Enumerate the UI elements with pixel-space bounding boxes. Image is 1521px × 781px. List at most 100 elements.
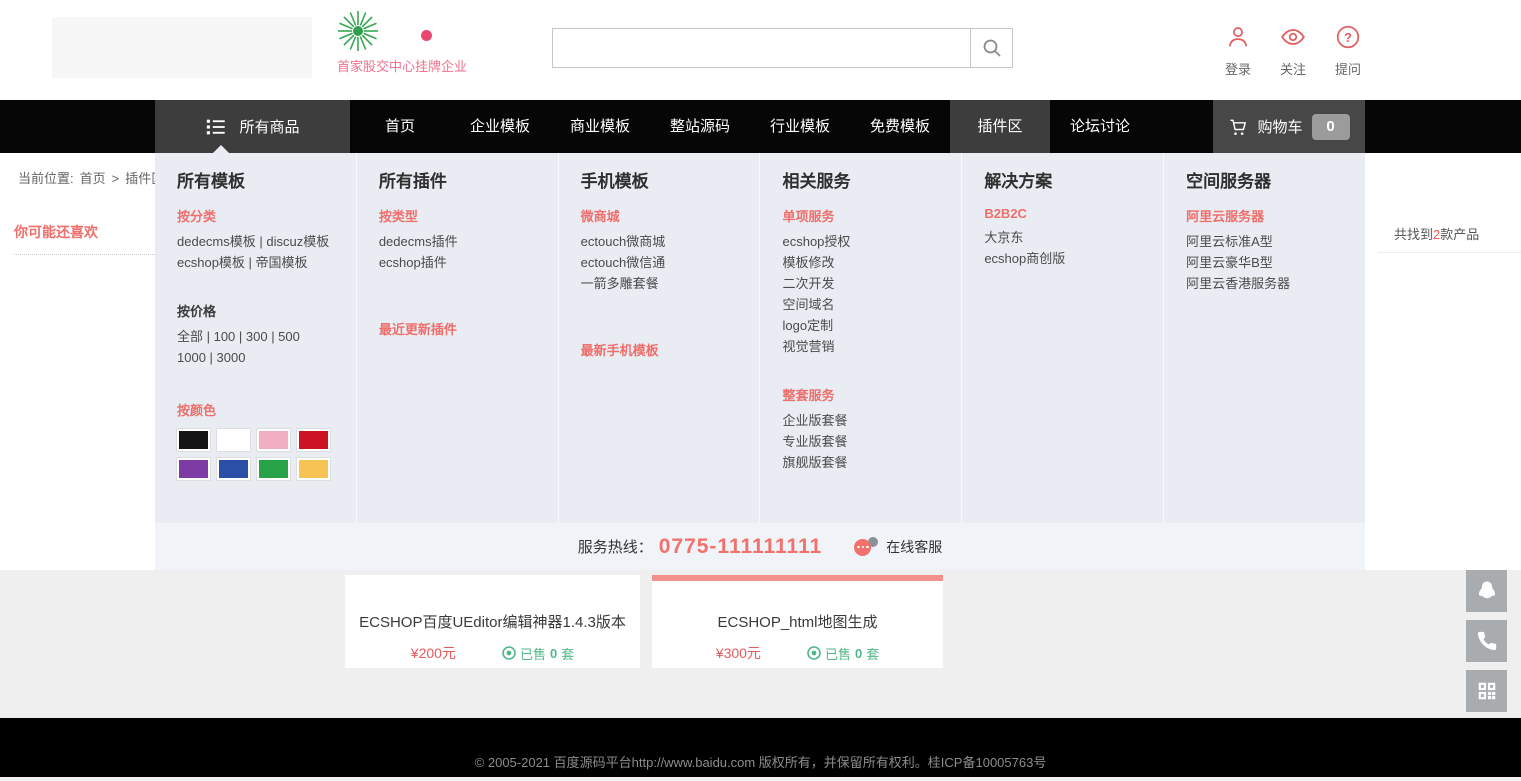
nav-item-enterprise-templates[interactable]: 企业模板 [450,100,550,153]
copyright-text: © 2005-2021 百度源码平台http://www.baidu.com 版… [474,755,1047,770]
qrcode-button[interactable] [1466,670,1507,712]
divider [0,777,1521,781]
menu-item[interactable]: dedecms模板 | discuz模板 [177,231,356,252]
column-title[interactable]: 解决方案 [984,167,1163,192]
menu-item[interactable]: 专业版套餐 [782,431,961,452]
color-swatch-pink[interactable] [256,428,291,452]
menu-item[interactable]: 阿里云香港服务器 [1186,273,1365,294]
menu-item[interactable]: 企业版套餐 [782,410,961,431]
column-title[interactable]: 所有插件 [379,167,558,192]
phone-contact-button[interactable] [1466,620,1507,662]
product-card[interactable]: ECSHOP百度UEditor编辑神器1.4.3版本 ¥200元 已售 0 套 [345,575,640,668]
nav-item-free-templates[interactable]: 免费模板 [850,100,950,153]
menu-item[interactable]: ectouch微商城 [581,231,760,252]
nav-item-home[interactable]: 首页 [350,100,450,153]
menu-item[interactable]: ecshop插件 [379,252,558,273]
ask-action[interactable]: ? 提问 [1326,24,1370,78]
certification-label: 首家股交中心挂牌企业 [337,59,468,74]
menu-item[interactable]: 二次开发 [782,273,961,294]
menu-item[interactable]: 视觉营销 [782,336,961,357]
color-swatch-white[interactable] [216,428,251,452]
sold-check-icon [807,646,821,660]
group-label-by-price[interactable]: 按价格 [177,301,356,320]
login-action[interactable]: 登录 [1216,24,1260,78]
menu-item[interactable]: dedecms插件 [379,231,558,252]
menu-item[interactable]: 空间域名 [782,294,961,315]
group-label-single-services[interactable]: 单项服务 [782,206,961,225]
results-suffix: 款产品 [1440,227,1480,242]
results-prefix: 共找到 [1394,227,1434,242]
menu-column-solutions: 解决方案 B2B2C 大京东 ecshop商创版 [962,153,1165,523]
cart-icon [1230,119,1247,135]
results-count: 共找到2款产品 [1394,224,1479,243]
menu-item[interactable]: 1000 | 3000 [177,347,356,368]
qrcode-icon [1478,682,1495,700]
header: 首家股交中心挂牌企业 登录 关注 ? 提问 [0,0,1521,100]
cart-button[interactable]: 购物车 0 [1213,100,1365,153]
color-swatch-blue[interactable] [216,457,251,481]
nav-item-plugins[interactable]: 插件区 [950,100,1050,153]
product-card[interactable]: ECSHOP_html地图生成 ¥300元 已售 0 套 [652,575,943,668]
all-products-menu[interactable]: 所有商品 [155,100,350,153]
follow-action[interactable]: 关注 [1271,24,1315,78]
product-title[interactable]: ECSHOP百度UEditor编辑神器1.4.3版本 [345,611,640,632]
follow-label: 关注 [1279,62,1306,77]
color-swatch-green[interactable] [256,457,291,481]
floating-toolbar [1466,570,1507,720]
menu-item[interactable]: 大京东 [984,227,1163,248]
group-label-b2b2c[interactable]: B2B2C [984,206,1163,221]
hotline-bar: 服务热线： 0775-111111111 在线客服 [155,523,1365,570]
product-title[interactable]: ECSHOP_html地图生成 [652,611,943,632]
group-label-by-type[interactable]: 按类型 [379,206,558,225]
breadcrumb: 当前位置: 首页 > 插件区 [18,168,170,187]
menu-item[interactable]: ecshop模板 | 帝国模板 [177,252,356,273]
search-icon [983,39,1001,57]
breadcrumb-home[interactable]: 首页 [80,171,106,186]
newest-mobile-templates-link[interactable]: 最新手机模板 [581,340,760,359]
hotline-number: 0775-111111111 [658,534,823,558]
nav-item-forum[interactable]: 论坛讨论 [1050,100,1150,153]
menu-item[interactable]: ecshop商创版 [984,248,1163,269]
qq-icon [1478,581,1495,599]
question-icon: ? [1336,25,1360,49]
search-input[interactable] [553,29,970,67]
column-title[interactable]: 空间服务器 [1186,167,1365,192]
group-label-aliyun[interactable]: 阿里云服务器 [1186,206,1365,225]
product-sold: 已售 0 套 [807,644,879,663]
menu-item[interactable]: 一箭多雕套餐 [581,273,760,294]
group-label-by-color[interactable]: 按颜色 [177,400,356,419]
phone-icon [1477,631,1496,651]
nav-item-full-site-source[interactable]: 整站源码 [650,100,750,153]
menu-item[interactable]: 全部 | 100 | 300 | 500 [177,326,356,347]
color-swatch-red[interactable] [296,428,331,452]
group-label-micro-mall[interactable]: 微商城 [581,206,760,225]
header-actions: 登录 关注 ? 提问 [1216,24,1370,78]
menu-item[interactable]: ecshop授权 [782,231,961,252]
menu-item[interactable]: 模板修改 [782,252,961,273]
color-swatch-purple[interactable] [176,457,211,481]
column-title[interactable]: 相关服务 [782,167,961,192]
nav-item-industry-templates[interactable]: 行业模板 [750,100,850,153]
column-title[interactable]: 所有模板 [177,167,356,192]
sold-unit: 套 [561,646,575,662]
recent-plugins-link[interactable]: 最近更新插件 [379,319,558,338]
group-label-package-services[interactable]: 整套服务 [782,385,961,404]
menu-item[interactable]: ectouch微信通 [581,252,760,273]
nav-item-business-templates[interactable]: 商业模板 [550,100,650,153]
color-swatch-black[interactable] [176,428,211,452]
search-button[interactable] [970,29,1012,67]
mega-menu: 所有模板 按分类 dedecms模板 | discuz模板 ecshop模板 |… [155,153,1365,523]
divider [1378,252,1521,253]
red-dot-icon [421,30,432,41]
menu-item[interactable]: 阿里云标准A型 [1186,231,1365,252]
group-label-by-category[interactable]: 按分类 [177,206,356,225]
sold-label: 已售 [519,646,546,662]
menu-item[interactable]: 旗舰版套餐 [782,452,961,473]
eye-icon [1281,29,1305,45]
column-title[interactable]: 手机模板 [581,167,760,192]
qq-contact-button[interactable] [1466,570,1507,612]
online-service-link[interactable]: 在线客服 [886,537,942,557]
menu-item[interactable]: 阿里云豪华B型 [1186,252,1365,273]
menu-item[interactable]: logo定制 [782,315,961,336]
color-swatch-yellow[interactable] [296,457,331,481]
